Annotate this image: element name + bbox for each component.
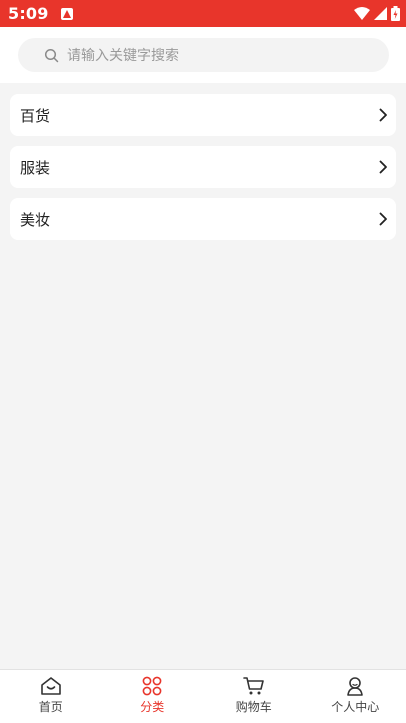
category-label: 百货 xyxy=(20,106,51,125)
tab-label: 分类 xyxy=(140,700,165,714)
bottom-tab-bar: 首页 分类 购物车 个人中心 xyxy=(0,669,406,723)
category-item-clothing[interactable]: 服装 xyxy=(10,146,396,188)
category-label: 服装 xyxy=(20,158,51,177)
tab-label: 首页 xyxy=(38,700,63,714)
category-item-general[interactable]: 百货 xyxy=(10,94,396,136)
chevron-right-icon xyxy=(378,108,388,122)
tab-profile[interactable]: 个人中心 xyxy=(305,670,406,723)
search-icon xyxy=(44,48,59,62)
status-time: 5:09 xyxy=(8,4,49,23)
tab-cart[interactable]: 购物车 xyxy=(203,670,305,723)
category-item-beauty[interactable]: 美妆 xyxy=(10,198,396,240)
app-notification-icon xyxy=(60,7,73,20)
chevron-right-icon xyxy=(378,212,388,226)
profile-icon xyxy=(347,677,364,696)
tab-home[interactable]: 首页 xyxy=(0,670,102,723)
home-icon xyxy=(40,677,61,695)
search-placeholder: 请输入关键字搜索 xyxy=(67,48,179,64)
signal-icon xyxy=(374,7,387,20)
status-indicators xyxy=(354,6,400,21)
tab-category[interactable]: 分类 xyxy=(102,670,204,723)
status-bar: 5:09 xyxy=(0,0,406,27)
category-label: 美妆 xyxy=(20,210,51,229)
search-bar-container: 请输入关键字搜索 xyxy=(0,27,406,83)
chevron-right-icon xyxy=(378,160,388,174)
search-input[interactable]: 请输入关键字搜索 xyxy=(18,38,389,72)
wifi-icon xyxy=(354,7,370,20)
battery-icon xyxy=(391,6,400,21)
tab-label: 个人中心 xyxy=(331,700,380,714)
category-grid-icon xyxy=(142,676,162,696)
tab-label: 购物车 xyxy=(235,700,272,714)
cart-icon xyxy=(242,677,264,695)
